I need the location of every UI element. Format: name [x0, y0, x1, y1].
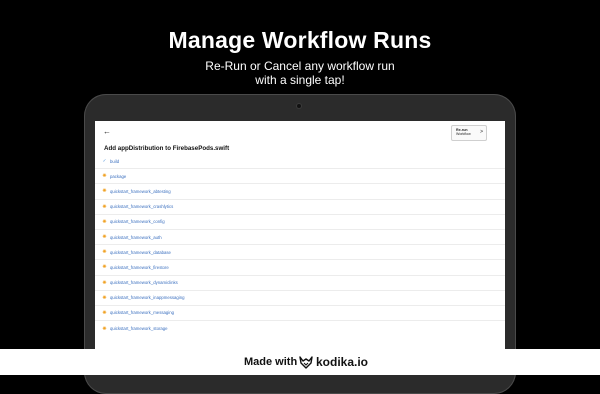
spinner-icon: ✺ [102, 264, 107, 271]
app-screen: ← Re-run Workflow > Add appDistribution … [95, 121, 505, 353]
spinner-icon: ✺ [102, 309, 107, 316]
chevron-right-icon: > [480, 129, 483, 135]
job-row[interactable]: ✺ quickstart_framework_database [95, 245, 505, 261]
spinner-icon: ✺ [102, 188, 107, 195]
job-name-link[interactable]: package [110, 174, 126, 179]
workflow-run-title: Add appDistribution to FirebasePods.swif… [104, 145, 230, 152]
job-row[interactable]: ✺ quickstart_framework_config [95, 215, 505, 230]
job-name-link[interactable]: quickstart_framework_auth [110, 235, 162, 240]
camera-dot [297, 104, 301, 108]
promo-subline-line1: Re-Run or Cancel any workflow run [205, 59, 395, 73]
job-row[interactable]: ✺ quickstart_framework_crashlytics [95, 200, 505, 215]
spinner-icon: ✺ [102, 249, 107, 256]
job-name-link[interactable]: quickstart_framework_messaging [110, 310, 174, 315]
job-name-link[interactable]: quickstart_framework_database [110, 250, 171, 255]
fox-logo-icon [299, 356, 313, 369]
job-name-link[interactable]: quickstart_framework_config [110, 219, 165, 224]
job-name-link[interactable]: quickstart_framework_dynamiclinks [110, 280, 178, 285]
job-row[interactable]: ✺ package [95, 169, 505, 185]
job-row[interactable]: ✺ quickstart_framework_abtesting [95, 184, 505, 200]
job-list: ✓ build ✺ package ✺ quickstart_framework_abte… [95, 154, 505, 336]
spinner-icon: ✺ [102, 173, 107, 180]
spinner-icon: ✺ [102, 294, 107, 301]
job-name-link[interactable]: quickstart_framework_inappmessaging [110, 295, 185, 300]
promo-headline: Manage Workflow Runs [168, 27, 432, 53]
brand-name: kodika.io [316, 355, 369, 369]
job-row[interactable]: ✺ quickstart_framework_inappmessaging [95, 291, 505, 306]
job-row[interactable]: ✺ quickstart_framework_messaging [95, 306, 505, 322]
spinner-icon: ✺ [102, 218, 107, 225]
made-with-label: Made with [244, 356, 298, 368]
promo-subline: Re-Run or Cancel any workflow run with a… [0, 59, 600, 87]
job-name-link[interactable]: quickstart_framework_abtesting [110, 189, 171, 194]
spinner-icon: ✺ [102, 325, 107, 332]
promo-subline-line2: with a single tap! [255, 73, 345, 87]
job-row[interactable]: ✺ quickstart_framework_firestore [95, 260, 505, 276]
job-name-link[interactable]: quickstart_framework_storage [110, 326, 168, 331]
job-row[interactable]: ✺ quickstart_framework_dynamiclinks [95, 276, 505, 291]
back-button[interactable]: ← [103, 127, 111, 136]
job-row[interactable]: ✺ quickstart_framework_auth [95, 230, 505, 246]
job-row[interactable]: ✓ build [95, 154, 505, 170]
arrow-left-icon: ← [103, 127, 111, 136]
spinner-icon: ✺ [102, 279, 107, 286]
job-name-link[interactable]: build [110, 159, 119, 164]
app-topbar: ← Re-run Workflow > [95, 121, 505, 143]
check-icon: ✓ [102, 158, 107, 164]
job-row[interactable]: ✺ quickstart_framework_storage [95, 321, 505, 336]
rerun-workflow-button[interactable]: Re-run Workflow > [451, 125, 487, 141]
job-name-link[interactable]: quickstart_framework_firestore [110, 265, 169, 270]
spinner-icon: ✺ [102, 234, 107, 241]
footer-bar: Made with kodika.io [0, 349, 600, 375]
job-name-link[interactable]: quickstart_framework_crashlytics [110, 204, 173, 209]
spinner-icon: ✺ [102, 203, 107, 210]
